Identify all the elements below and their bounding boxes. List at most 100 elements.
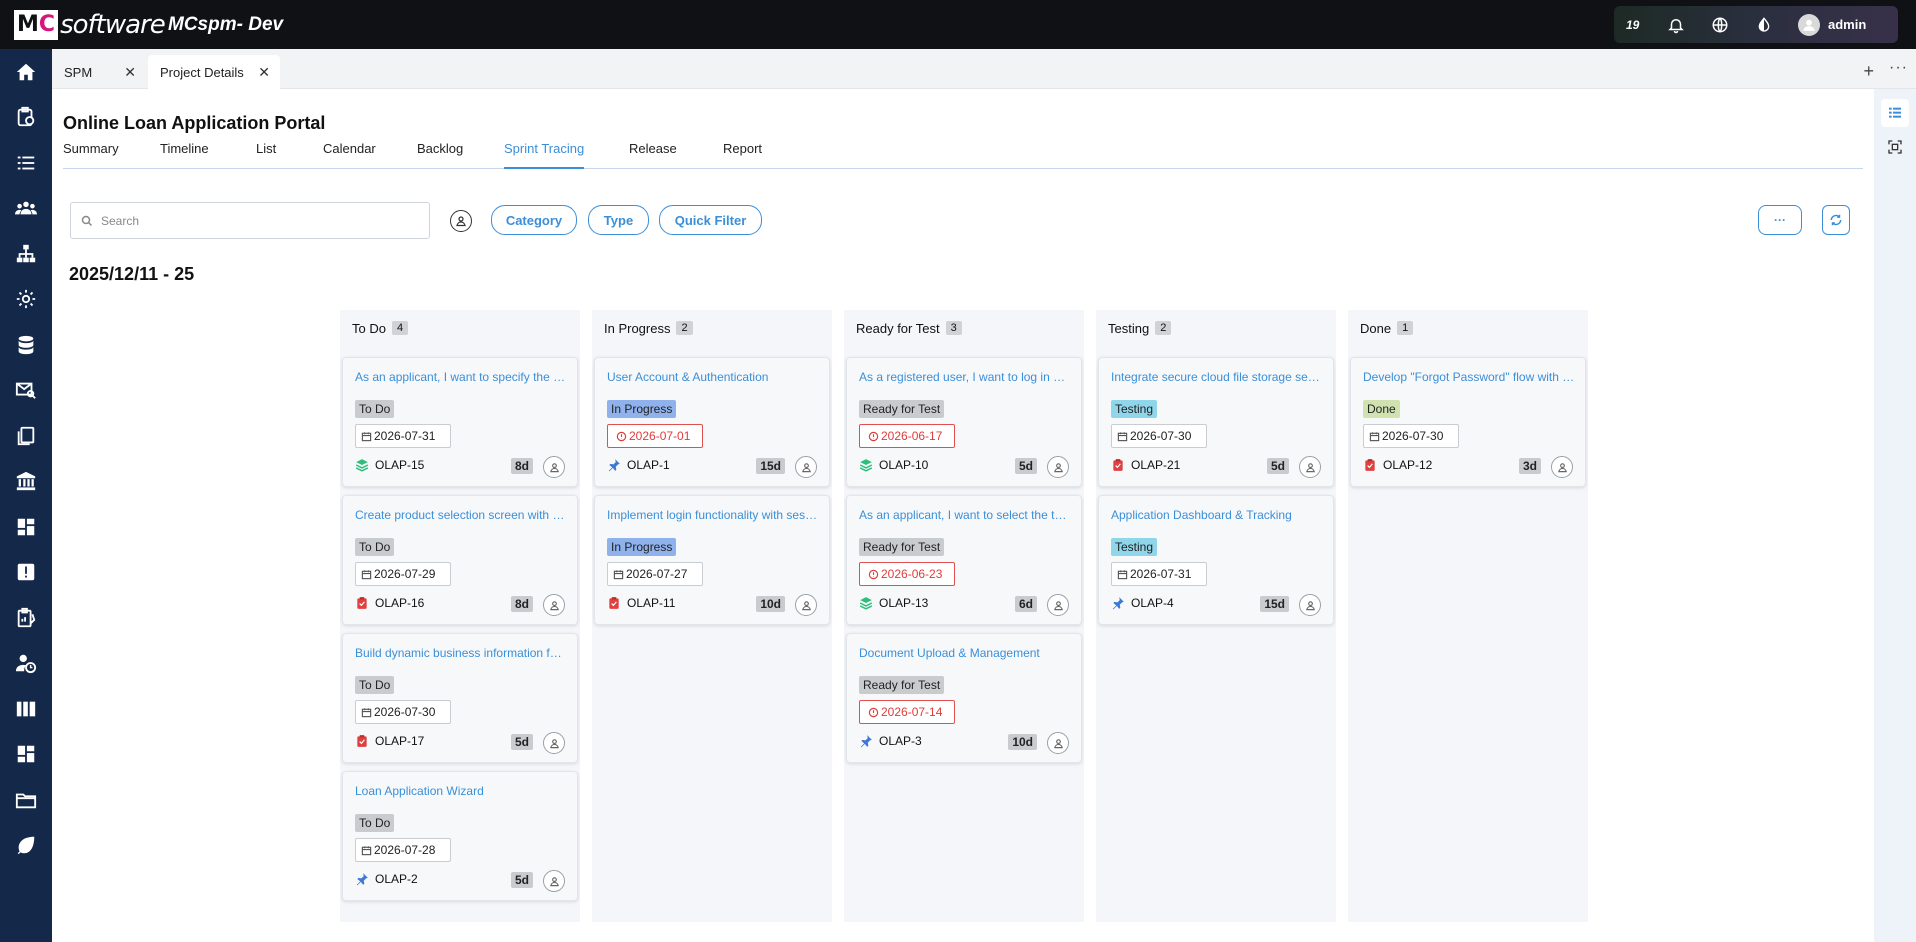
issue-key[interactable]: OLAP-15 bbox=[355, 458, 424, 472]
tab-calendar[interactable]: Calendar bbox=[323, 141, 376, 169]
assignee-avatar-icon[interactable] bbox=[1299, 594, 1321, 616]
due-date[interactable]: 2026-07-30 bbox=[1363, 424, 1459, 448]
tab-sprint-tracing[interactable]: Sprint Tracing bbox=[504, 141, 585, 169]
issue-card[interactable]: As an applicant, I want to select the ty… bbox=[846, 495, 1082, 625]
issue-card[interactable]: As an applicant, I want to specify the l… bbox=[342, 357, 578, 487]
clipboard-chart-icon[interactable] bbox=[0, 595, 52, 641]
home-icon[interactable] bbox=[0, 49, 52, 95]
alert-icon[interactable] bbox=[0, 550, 52, 596]
issue-key[interactable]: OLAP-16 bbox=[355, 596, 424, 610]
globe-icon[interactable] bbox=[1710, 15, 1730, 35]
tab-timeline[interactable]: Timeline bbox=[160, 141, 209, 169]
issue-title[interactable]: Create product selection screen with loa… bbox=[355, 508, 567, 522]
issue-title[interactable]: Build dynamic business information form bbox=[355, 646, 567, 660]
assignee-avatar-icon[interactable] bbox=[1299, 456, 1321, 478]
issue-title[interactable]: Document Upload & Management bbox=[859, 646, 1071, 660]
window-tab-spm[interactable]: SPM ✕ bbox=[52, 55, 146, 89]
issue-card[interactable]: Create product selection screen with loa… bbox=[342, 495, 578, 625]
issue-key[interactable]: OLAP-4 bbox=[1111, 596, 1174, 610]
hierarchy-icon[interactable] bbox=[0, 231, 52, 277]
assignee-avatar-icon[interactable] bbox=[1047, 732, 1069, 754]
tab-backlog[interactable]: Backlog bbox=[417, 141, 463, 169]
tab-report[interactable]: Report bbox=[723, 141, 762, 169]
issue-card[interactable]: As a registered user, I want to log in s… bbox=[846, 357, 1082, 487]
issue-key[interactable]: OLAP-11 bbox=[607, 596, 675, 610]
issue-card[interactable]: Application Dashboard & Tracking Testing 2… bbox=[1098, 495, 1334, 625]
due-date[interactable]: 2026-06-17 bbox=[859, 424, 955, 448]
search-box[interactable] bbox=[70, 202, 430, 239]
assignee-avatar-icon[interactable] bbox=[543, 732, 565, 754]
documents-icon[interactable] bbox=[0, 413, 52, 459]
issue-key[interactable]: OLAP-13 bbox=[859, 596, 928, 610]
issue-title[interactable]: Develop "Forgot Password" flow with emai… bbox=[1363, 370, 1575, 384]
issue-card[interactable]: Implement login functionality with sessi… bbox=[594, 495, 830, 625]
list-view-icon[interactable] bbox=[1881, 99, 1909, 127]
assignee-avatar-icon[interactable] bbox=[543, 594, 565, 616]
assignee-avatar-icon[interactable] bbox=[795, 594, 817, 616]
assignee-filter-icon[interactable] bbox=[450, 210, 472, 232]
due-date[interactable]: 2026-07-14 bbox=[859, 700, 955, 724]
due-date[interactable]: 2026-07-30 bbox=[1111, 424, 1207, 448]
issue-key[interactable]: OLAP-12 bbox=[1363, 458, 1432, 472]
category-filter-button[interactable]: Category bbox=[491, 205, 577, 235]
type-filter-button[interactable]: Type bbox=[588, 205, 649, 235]
search-input[interactable] bbox=[101, 213, 401, 228]
issue-card[interactable]: Build dynamic business information form T… bbox=[342, 633, 578, 763]
user-avatar[interactable] bbox=[1798, 13, 1820, 36]
issue-title[interactable]: Implement login functionality with sessi… bbox=[607, 508, 819, 522]
issue-title[interactable]: User Account & Authentication bbox=[607, 370, 819, 384]
team-icon[interactable] bbox=[0, 186, 52, 232]
quick-filter-button[interactable]: Quick Filter bbox=[659, 205, 762, 235]
assignee-avatar-icon[interactable] bbox=[795, 456, 817, 478]
due-date[interactable]: 2026-07-31 bbox=[1111, 562, 1207, 586]
issue-title[interactable]: Integrate secure cloud file storage serv… bbox=[1111, 370, 1323, 384]
bank-icon[interactable] bbox=[0, 459, 52, 505]
user-name[interactable]: admin bbox=[1828, 17, 1866, 32]
issue-card[interactable]: User Account & Authentication In Progress… bbox=[594, 357, 830, 487]
assignee-avatar-icon[interactable] bbox=[543, 456, 565, 478]
grid-icon[interactable] bbox=[0, 732, 52, 778]
close-icon[interactable]: ✕ bbox=[258, 64, 270, 81]
close-icon[interactable]: ✕ bbox=[124, 64, 136, 81]
assignee-avatar-icon[interactable] bbox=[1047, 456, 1069, 478]
issue-card[interactable]: Develop "Forgot Password" flow with emai… bbox=[1350, 357, 1586, 487]
issue-key[interactable]: OLAP-2 bbox=[355, 872, 418, 886]
tab-summary[interactable]: Summary bbox=[63, 141, 119, 169]
due-date[interactable]: 2026-07-29 bbox=[355, 562, 451, 586]
add-tab-icon[interactable]: + bbox=[1863, 61, 1874, 82]
leaf-icon[interactable] bbox=[0, 823, 52, 869]
database-icon[interactable] bbox=[0, 322, 52, 368]
clipboard-clock-icon[interactable] bbox=[0, 95, 52, 141]
gear-icon[interactable] bbox=[0, 277, 52, 323]
assignee-avatar-icon[interactable] bbox=[1551, 456, 1573, 478]
issue-key[interactable]: OLAP-21 bbox=[1111, 458, 1180, 472]
issue-key[interactable]: OLAP-17 bbox=[355, 734, 424, 748]
issue-card[interactable]: Document Upload & Management Ready for Te… bbox=[846, 633, 1082, 763]
issue-key[interactable]: OLAP-10 bbox=[859, 458, 928, 472]
due-date[interactable]: 2026-07-01 bbox=[607, 424, 703, 448]
refresh-button[interactable] bbox=[1822, 205, 1850, 235]
issue-title[interactable]: As an applicant, I want to specify the l… bbox=[355, 370, 567, 384]
bell-icon[interactable] bbox=[1666, 15, 1686, 35]
issue-title[interactable]: Application Dashboard & Tracking bbox=[1111, 508, 1323, 522]
issue-card[interactable]: Loan Application Wizard To Do 2026-07-28 OL… bbox=[342, 771, 578, 901]
assignee-avatar-icon[interactable] bbox=[1047, 594, 1069, 616]
issue-card[interactable]: Integrate secure cloud file storage serv… bbox=[1098, 357, 1334, 487]
due-date[interactable]: 2026-07-31 bbox=[355, 424, 451, 448]
more-icon[interactable]: ··· bbox=[1889, 59, 1908, 77]
dashboard-icon[interactable] bbox=[0, 504, 52, 550]
brand-logo[interactable]: MC software bbox=[0, 0, 166, 49]
theme-toggle-icon[interactable] bbox=[1754, 15, 1774, 35]
issue-title[interactable]: As an applicant, I want to select the ty… bbox=[859, 508, 1071, 522]
tab-release[interactable]: Release bbox=[629, 141, 677, 169]
due-date[interactable]: 2026-07-30 bbox=[355, 700, 451, 724]
assignee-avatar-icon[interactable] bbox=[543, 870, 565, 892]
folder-icon[interactable] bbox=[0, 777, 52, 823]
due-date[interactable]: 2026-07-28 bbox=[355, 838, 451, 862]
scan-icon[interactable] bbox=[1881, 133, 1909, 161]
list-icon[interactable] bbox=[0, 140, 52, 186]
issue-key[interactable]: OLAP-1 bbox=[607, 458, 670, 472]
issue-key[interactable]: OLAP-3 bbox=[859, 734, 922, 748]
library-icon[interactable] bbox=[0, 686, 52, 732]
due-date[interactable]: 2026-06-23 bbox=[859, 562, 955, 586]
